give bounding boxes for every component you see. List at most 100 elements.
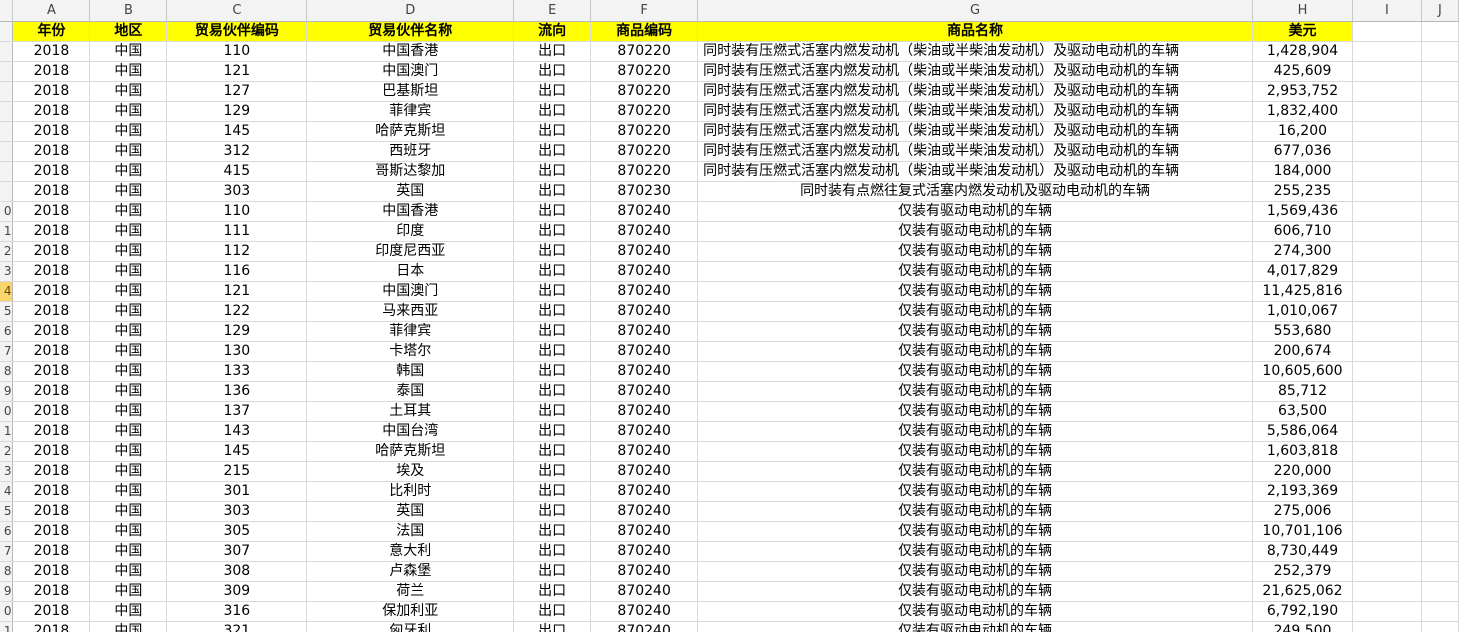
cell-product-name[interactable]: 同时装有压燃式活塞内燃发动机（柴油或半柴油发动机）及驱动电动机的车辆: [697, 61, 1254, 82]
cell-product-code[interactable]: 870240: [590, 341, 699, 362]
cell-region[interactable]: 中国: [89, 541, 168, 562]
cell-partner-name[interactable]: 韩国: [306, 361, 515, 382]
cell-region[interactable]: 中国: [89, 341, 168, 362]
cell-region[interactable]: 中国: [89, 361, 168, 382]
cell-region[interactable]: 中国: [89, 121, 168, 142]
cell-direction[interactable]: 出口: [513, 521, 592, 542]
cell-year[interactable]: 2018: [12, 141, 91, 162]
cell-product-name[interactable]: 仅装有驱动电动机的车辆: [697, 541, 1254, 562]
cell-product-code[interactable]: 870230: [590, 181, 699, 202]
row-header[interactable]: 5: [0, 301, 14, 322]
cell-usd[interactable]: 11,425,816: [1252, 281, 1353, 302]
cell-product-code[interactable]: 870240: [590, 541, 699, 562]
cell-product-code[interactable]: 870220: [590, 141, 699, 162]
cell-partner-name[interactable]: 埃及: [306, 461, 515, 482]
empty-cell[interactable]: [1421, 441, 1459, 462]
cell-product-code[interactable]: 870220: [590, 101, 699, 122]
cell-usd[interactable]: 425,609: [1252, 61, 1353, 82]
empty-cell[interactable]: [1352, 441, 1422, 462]
cell-direction[interactable]: 出口: [513, 441, 592, 462]
cell-product-code[interactable]: 870240: [590, 401, 699, 422]
cell-usd[interactable]: 275,006: [1252, 501, 1353, 522]
cell-product-code[interactable]: 870240: [590, 501, 699, 522]
empty-cell[interactable]: [1421, 261, 1459, 282]
row-header[interactable]: 9: [0, 381, 14, 402]
cell-usd[interactable]: 1,603,818: [1252, 441, 1353, 462]
cell-direction[interactable]: 出口: [513, 361, 592, 382]
cell-product-code[interactable]: 870240: [590, 361, 699, 382]
cell-product-name[interactable]: 仅装有驱动电动机的车辆: [697, 481, 1254, 502]
cell-partner-code[interactable]: 110: [166, 41, 308, 62]
cell-direction[interactable]: 出口: [513, 421, 592, 442]
empty-cell[interactable]: [1352, 401, 1422, 422]
cell-partner-code[interactable]: 137: [166, 401, 308, 422]
empty-cell[interactable]: [1421, 421, 1459, 442]
cell-usd[interactable]: 6,792,190: [1252, 601, 1353, 622]
cell-product-name[interactable]: 仅装有驱动电动机的车辆: [697, 201, 1254, 222]
cell-region[interactable]: 中国: [89, 221, 168, 242]
cell-direction[interactable]: 出口: [513, 341, 592, 362]
cell-usd[interactable]: 1,832,400: [1252, 101, 1353, 122]
column-header-f[interactable]: F: [590, 0, 699, 22]
cell-usd[interactable]: 252,379: [1252, 561, 1353, 582]
cell-usd[interactable]: 606,710: [1252, 221, 1353, 242]
empty-cell[interactable]: [1352, 281, 1422, 302]
cell-direction[interactable]: 出口: [513, 141, 592, 162]
cell-usd[interactable]: 85,712: [1252, 381, 1353, 402]
cell-partner-code[interactable]: 321: [166, 621, 308, 632]
empty-cell[interactable]: [1352, 301, 1422, 322]
empty-cell[interactable]: [1421, 561, 1459, 582]
cell-region[interactable]: 中国: [89, 141, 168, 162]
cell-product-name[interactable]: 仅装有驱动电动机的车辆: [697, 341, 1254, 362]
cell-partner-code[interactable]: 303: [166, 501, 308, 522]
cell-direction[interactable]: 出口: [513, 461, 592, 482]
cell-direction[interactable]: 出口: [513, 221, 592, 242]
cell-partner-name[interactable]: 印度: [306, 221, 515, 242]
cell-region[interactable]: 中国: [89, 181, 168, 202]
cell-usd[interactable]: 249,500: [1252, 621, 1353, 632]
column-header-c[interactable]: C: [166, 0, 308, 22]
cell-partner-code[interactable]: 121: [166, 281, 308, 302]
cell-region[interactable]: 中国: [89, 501, 168, 522]
cell-region[interactable]: 中国: [89, 321, 168, 342]
empty-cell[interactable]: [1421, 521, 1459, 542]
column-header-h[interactable]: H: [1252, 0, 1353, 22]
cell-region[interactable]: 中国: [89, 561, 168, 582]
cell-partner-name[interactable]: 荷兰: [306, 581, 515, 602]
column-header-j[interactable]: J: [1421, 0, 1459, 22]
cell-year[interactable]: 2018: [12, 461, 91, 482]
cell-product-name[interactable]: 仅装有驱动电动机的车辆: [697, 361, 1254, 382]
cell-product-code[interactable]: 870240: [590, 521, 699, 542]
row-header[interactable]: 4: [0, 281, 14, 302]
empty-cell[interactable]: [1352, 541, 1422, 562]
empty-cell[interactable]: [1421, 361, 1459, 382]
cell-usd[interactable]: 21,625,062: [1252, 581, 1353, 602]
cell-usd[interactable]: 5,586,064: [1252, 421, 1353, 442]
empty-cell[interactable]: [1352, 621, 1422, 632]
cell-year[interactable]: 2018: [12, 361, 91, 382]
cell-product-name[interactable]: 仅装有驱动电动机的车辆: [697, 521, 1254, 542]
empty-cell[interactable]: [1421, 161, 1459, 182]
empty-cell[interactable]: [1352, 581, 1422, 602]
empty-cell[interactable]: [1421, 381, 1459, 402]
cell-partner-name[interactable]: 菲律宾: [306, 321, 515, 342]
row-header[interactable]: 1: [0, 621, 14, 632]
empty-cell[interactable]: [1421, 581, 1459, 602]
empty-cell[interactable]: [1352, 221, 1422, 242]
row-header[interactable]: [0, 141, 14, 162]
cell-partner-code[interactable]: 121: [166, 61, 308, 82]
cell-product-name[interactable]: 仅装有驱动电动机的车辆: [697, 381, 1254, 402]
cell-partner-code[interactable]: 130: [166, 341, 308, 362]
empty-cell[interactable]: [1352, 421, 1422, 442]
cell-partner-code[interactable]: 133: [166, 361, 308, 382]
cell-usd[interactable]: 2,193,369: [1252, 481, 1353, 502]
cell-direction[interactable]: 出口: [513, 161, 592, 182]
empty-cell[interactable]: [1421, 241, 1459, 262]
cell-product-code[interactable]: 870240: [590, 461, 699, 482]
cell-product-code[interactable]: 870220: [590, 41, 699, 62]
row-header[interactable]: 9: [0, 581, 14, 602]
cell-partner-name[interactable]: 比利时: [306, 481, 515, 502]
cell-direction[interactable]: 出口: [513, 241, 592, 262]
row-header[interactable]: 2: [0, 241, 14, 262]
cell-year[interactable]: 2018: [12, 41, 91, 62]
